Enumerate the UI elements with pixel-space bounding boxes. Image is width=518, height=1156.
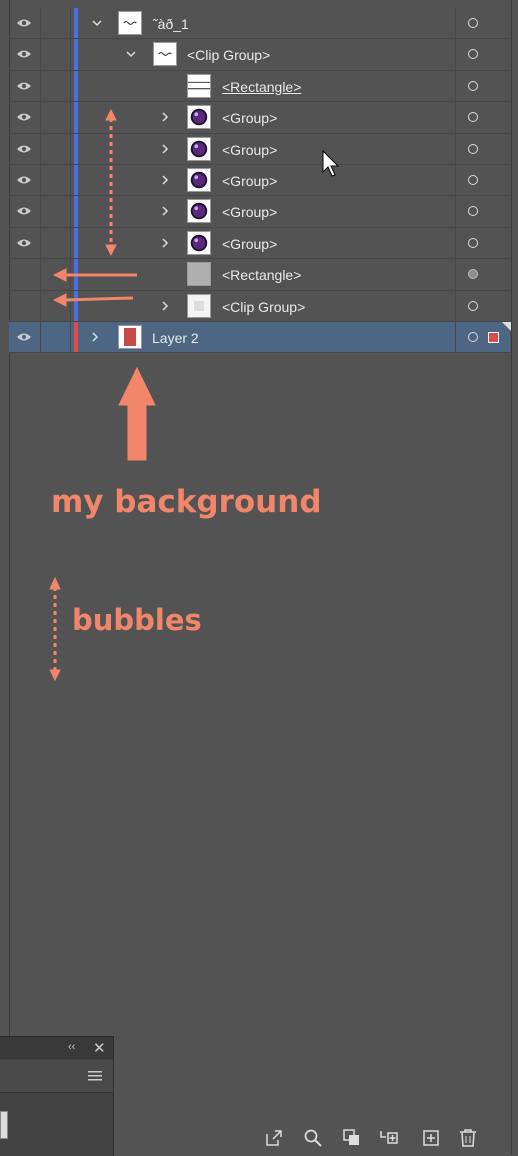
annotation-arrows xyxy=(49,108,156,682)
clipping-mask-icon[interactable] xyxy=(342,1128,362,1148)
move-to-layer-icon[interactable] xyxy=(379,1128,399,1148)
panel-control[interactable] xyxy=(0,1111,8,1139)
annotation-my-background: my background xyxy=(51,484,322,520)
panel-tab-bar xyxy=(0,1060,113,1093)
search-icon[interactable] xyxy=(303,1128,323,1148)
panel-bottom-toolbar xyxy=(9,1122,510,1155)
panel-header: ‹‹ ✕ xyxy=(0,1037,113,1059)
close-icon[interactable]: ✕ xyxy=(93,1039,106,1057)
new-layer-icon[interactable] xyxy=(421,1128,441,1148)
delete-icon[interactable] xyxy=(458,1128,478,1148)
annotation-bubbles: bubbles xyxy=(72,603,202,637)
export-icon[interactable] xyxy=(264,1128,284,1148)
menu-icon[interactable] xyxy=(88,1070,102,1082)
collapse-icon[interactable]: ‹‹ xyxy=(68,1041,75,1053)
